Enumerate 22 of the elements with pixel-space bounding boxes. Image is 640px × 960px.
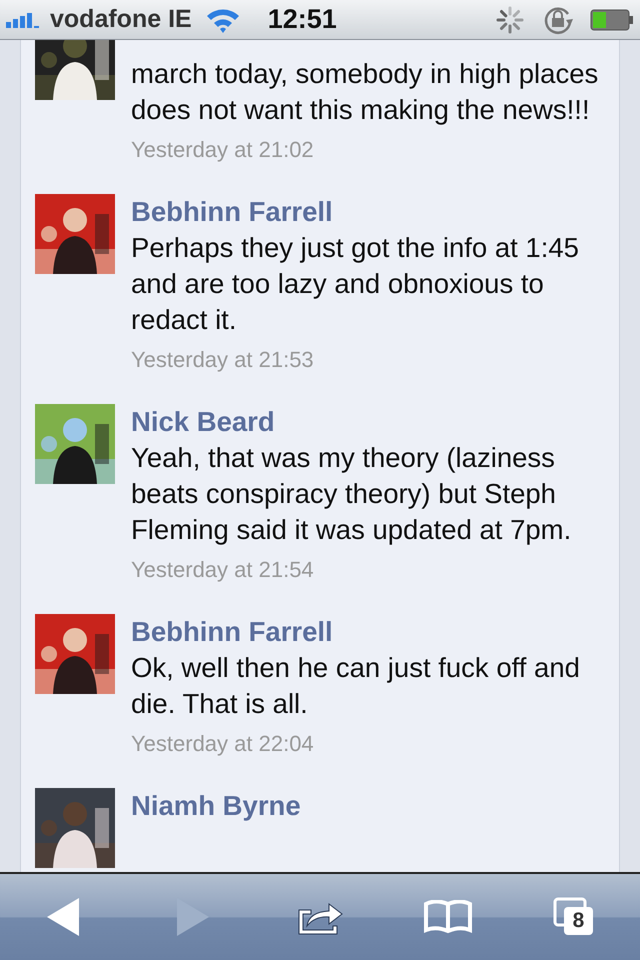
comment-time: Yesterday at 21:54 [131,556,315,584]
comment-text: march today, somebody in high places does not want this making the news!!! [131,57,600,127]
carrier-name: vodafone IE [50,5,192,34]
tabs-button[interactable]: 8 [536,887,616,947]
forward-icon [175,898,209,936]
comment-text: Yeah, that was my theory (laziness beats conspiracy theory) but Steph Fleming said it was updated at 7pm. [131,441,572,547]
back-icon [47,898,81,936]
author-name[interactable]: Bebhinn Farrell [131,614,603,650]
author-name[interactable]: Bebhinn Farrell [131,194,603,230]
author-name[interactable]: Nick Beard [131,404,603,440]
comment-text: Ok, well then he can just fuck off and die. That is all. [131,651,581,721]
author-name[interactable]: Niamh Byrne [131,788,603,824]
bookmarks-icon [424,900,472,934]
comment-time: Yesterday at 21:02 [131,136,315,164]
wifi-icon [206,6,240,32]
clock-time: 12:51 [268,4,337,35]
comment-time: Yesterday at 21:53 [131,346,315,374]
battery-icon [590,8,634,30]
comment-text: Perhaps they just got the info at 1:45 and are too lazy and obnoxious to redact it. [131,231,580,337]
comment-time: Yesterday at 22:04 [131,730,315,758]
activity-spinner-icon [496,6,524,34]
tab-count: 8 [564,907,593,935]
